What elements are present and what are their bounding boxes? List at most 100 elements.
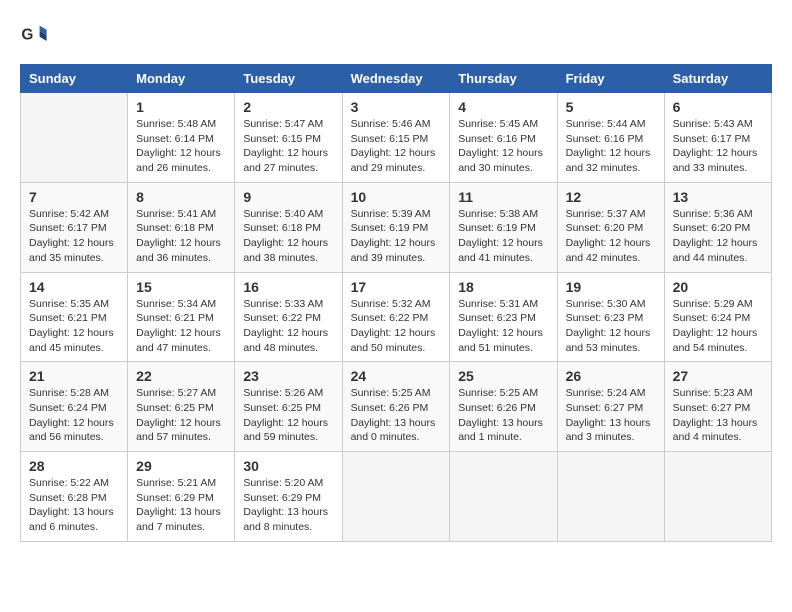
day-number: 28 — [29, 458, 119, 474]
day-number: 26 — [566, 368, 656, 384]
calendar-day-cell: 2 Sunrise: 5:47 AMSunset: 6:15 PMDayligh… — [235, 93, 342, 183]
day-number: 1 — [136, 99, 226, 115]
day-of-week-header: Thursday — [450, 65, 557, 93]
calendar-day-cell — [664, 452, 771, 542]
logo-icon: G — [20, 20, 48, 48]
calendar-day-cell: 24 Sunrise: 5:25 AMSunset: 6:26 PMDaylig… — [342, 362, 450, 452]
day-info: Sunrise: 5:41 AMSunset: 6:18 PMDaylight:… — [136, 207, 226, 266]
day-info: Sunrise: 5:31 AMSunset: 6:23 PMDaylight:… — [458, 297, 548, 356]
day-number: 22 — [136, 368, 226, 384]
day-number: 21 — [29, 368, 119, 384]
day-number: 13 — [673, 189, 763, 205]
day-info: Sunrise: 5:30 AMSunset: 6:23 PMDaylight:… — [566, 297, 656, 356]
day-of-week-header: Friday — [557, 65, 664, 93]
day-info: Sunrise: 5:38 AMSunset: 6:19 PMDaylight:… — [458, 207, 548, 266]
calendar-day-cell: 30 Sunrise: 5:20 AMSunset: 6:29 PMDaylig… — [235, 452, 342, 542]
calendar-day-cell: 14 Sunrise: 5:35 AMSunset: 6:21 PMDaylig… — [21, 272, 128, 362]
day-number: 12 — [566, 189, 656, 205]
day-number: 29 — [136, 458, 226, 474]
calendar-day-cell: 3 Sunrise: 5:46 AMSunset: 6:15 PMDayligh… — [342, 93, 450, 183]
logo: G — [20, 20, 52, 48]
calendar-day-cell: 15 Sunrise: 5:34 AMSunset: 6:21 PMDaylig… — [128, 272, 235, 362]
day-info: Sunrise: 5:39 AMSunset: 6:19 PMDaylight:… — [351, 207, 442, 266]
day-info: Sunrise: 5:25 AMSunset: 6:26 PMDaylight:… — [351, 386, 442, 445]
day-number: 2 — [243, 99, 333, 115]
day-info: Sunrise: 5:25 AMSunset: 6:26 PMDaylight:… — [458, 386, 548, 445]
calendar-day-cell: 17 Sunrise: 5:32 AMSunset: 6:22 PMDaylig… — [342, 272, 450, 362]
day-number: 7 — [29, 189, 119, 205]
calendar-day-cell: 29 Sunrise: 5:21 AMSunset: 6:29 PMDaylig… — [128, 452, 235, 542]
calendar-day-cell: 26 Sunrise: 5:24 AMSunset: 6:27 PMDaylig… — [557, 362, 664, 452]
calendar-day-cell: 16 Sunrise: 5:33 AMSunset: 6:22 PMDaylig… — [235, 272, 342, 362]
svg-text:G: G — [21, 27, 33, 44]
calendar-day-cell: 7 Sunrise: 5:42 AMSunset: 6:17 PMDayligh… — [21, 182, 128, 272]
day-info: Sunrise: 5:42 AMSunset: 6:17 PMDaylight:… — [29, 207, 119, 266]
day-info: Sunrise: 5:20 AMSunset: 6:29 PMDaylight:… — [243, 476, 333, 535]
day-number: 23 — [243, 368, 333, 384]
calendar-day-cell: 13 Sunrise: 5:36 AMSunset: 6:20 PMDaylig… — [664, 182, 771, 272]
calendar-day-cell: 4 Sunrise: 5:45 AMSunset: 6:16 PMDayligh… — [450, 93, 557, 183]
calendar-week-row: 21 Sunrise: 5:28 AMSunset: 6:24 PMDaylig… — [21, 362, 772, 452]
day-info: Sunrise: 5:36 AMSunset: 6:20 PMDaylight:… — [673, 207, 763, 266]
day-info: Sunrise: 5:23 AMSunset: 6:27 PMDaylight:… — [673, 386, 763, 445]
calendar-day-cell: 11 Sunrise: 5:38 AMSunset: 6:19 PMDaylig… — [450, 182, 557, 272]
day-info: Sunrise: 5:22 AMSunset: 6:28 PMDaylight:… — [29, 476, 119, 535]
calendar-day-cell — [342, 452, 450, 542]
calendar-day-cell: 28 Sunrise: 5:22 AMSunset: 6:28 PMDaylig… — [21, 452, 128, 542]
calendar-day-cell: 21 Sunrise: 5:28 AMSunset: 6:24 PMDaylig… — [21, 362, 128, 452]
calendar-day-cell — [450, 452, 557, 542]
calendar-day-cell: 9 Sunrise: 5:40 AMSunset: 6:18 PMDayligh… — [235, 182, 342, 272]
day-number: 27 — [673, 368, 763, 384]
calendar-day-cell: 22 Sunrise: 5:27 AMSunset: 6:25 PMDaylig… — [128, 362, 235, 452]
calendar-day-cell: 25 Sunrise: 5:25 AMSunset: 6:26 PMDaylig… — [450, 362, 557, 452]
day-info: Sunrise: 5:28 AMSunset: 6:24 PMDaylight:… — [29, 386, 119, 445]
day-number: 8 — [136, 189, 226, 205]
calendar-day-cell — [557, 452, 664, 542]
day-of-week-header: Wednesday — [342, 65, 450, 93]
day-info: Sunrise: 5:40 AMSunset: 6:18 PMDaylight:… — [243, 207, 333, 266]
day-number: 14 — [29, 279, 119, 295]
calendar-week-row: 1 Sunrise: 5:48 AMSunset: 6:14 PMDayligh… — [21, 93, 772, 183]
day-number: 6 — [673, 99, 763, 115]
day-of-week-header: Tuesday — [235, 65, 342, 93]
day-number: 19 — [566, 279, 656, 295]
day-number: 17 — [351, 279, 442, 295]
calendar-week-row: 7 Sunrise: 5:42 AMSunset: 6:17 PMDayligh… — [21, 182, 772, 272]
calendar-week-row: 28 Sunrise: 5:22 AMSunset: 6:28 PMDaylig… — [21, 452, 772, 542]
day-number: 16 — [243, 279, 333, 295]
calendar-day-cell: 19 Sunrise: 5:30 AMSunset: 6:23 PMDaylig… — [557, 272, 664, 362]
calendar-header-row: SundayMondayTuesdayWednesdayThursdayFrid… — [21, 65, 772, 93]
calendar-day-cell: 1 Sunrise: 5:48 AMSunset: 6:14 PMDayligh… — [128, 93, 235, 183]
day-number: 9 — [243, 189, 333, 205]
day-info: Sunrise: 5:33 AMSunset: 6:22 PMDaylight:… — [243, 297, 333, 356]
day-number: 10 — [351, 189, 442, 205]
day-info: Sunrise: 5:46 AMSunset: 6:15 PMDaylight:… — [351, 117, 442, 176]
calendar-table: SundayMondayTuesdayWednesdayThursdayFrid… — [20, 64, 772, 542]
day-info: Sunrise: 5:29 AMSunset: 6:24 PMDaylight:… — [673, 297, 763, 356]
day-info: Sunrise: 5:48 AMSunset: 6:14 PMDaylight:… — [136, 117, 226, 176]
day-info: Sunrise: 5:35 AMSunset: 6:21 PMDaylight:… — [29, 297, 119, 356]
day-info: Sunrise: 5:27 AMSunset: 6:25 PMDaylight:… — [136, 386, 226, 445]
calendar-body: 1 Sunrise: 5:48 AMSunset: 6:14 PMDayligh… — [21, 93, 772, 542]
day-number: 25 — [458, 368, 548, 384]
calendar-day-cell: 6 Sunrise: 5:43 AMSunset: 6:17 PMDayligh… — [664, 93, 771, 183]
day-number: 4 — [458, 99, 548, 115]
calendar-day-cell: 10 Sunrise: 5:39 AMSunset: 6:19 PMDaylig… — [342, 182, 450, 272]
day-info: Sunrise: 5:47 AMSunset: 6:15 PMDaylight:… — [243, 117, 333, 176]
day-info: Sunrise: 5:44 AMSunset: 6:16 PMDaylight:… — [566, 117, 656, 176]
day-number: 18 — [458, 279, 548, 295]
day-number: 3 — [351, 99, 442, 115]
day-of-week-header: Saturday — [664, 65, 771, 93]
day-number: 20 — [673, 279, 763, 295]
calendar-day-cell — [21, 93, 128, 183]
calendar-day-cell: 5 Sunrise: 5:44 AMSunset: 6:16 PMDayligh… — [557, 93, 664, 183]
calendar-day-cell: 20 Sunrise: 5:29 AMSunset: 6:24 PMDaylig… — [664, 272, 771, 362]
day-number: 11 — [458, 189, 548, 205]
day-of-week-header: Monday — [128, 65, 235, 93]
calendar-day-cell: 8 Sunrise: 5:41 AMSunset: 6:18 PMDayligh… — [128, 182, 235, 272]
day-of-week-header: Sunday — [21, 65, 128, 93]
day-info: Sunrise: 5:21 AMSunset: 6:29 PMDaylight:… — [136, 476, 226, 535]
day-info: Sunrise: 5:34 AMSunset: 6:21 PMDaylight:… — [136, 297, 226, 356]
day-number: 5 — [566, 99, 656, 115]
day-number: 30 — [243, 458, 333, 474]
